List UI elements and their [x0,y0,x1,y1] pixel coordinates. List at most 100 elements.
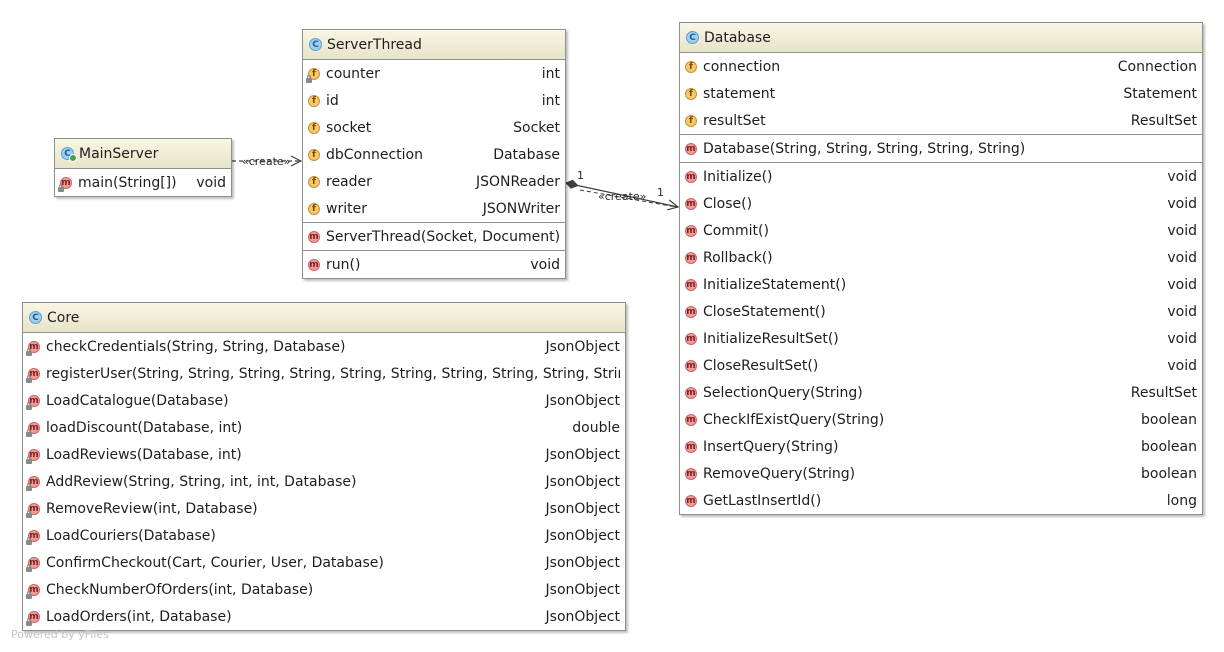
member-name: loadDiscount(Database, int) [46,419,243,436]
package-visibility-icon [26,401,32,410]
method-icon: m [26,367,40,383]
member-type: void [1167,303,1197,320]
class-name: ServerThread [327,36,422,53]
package-visibility-icon [26,509,32,518]
field-icon: f [308,121,320,134]
method-row[interactable]: m SelectionQuery(String) ResultSet [680,379,1202,406]
member-type: void [1167,330,1197,347]
method-row[interactable]: m InitializeStatement() void [680,271,1202,298]
method-row[interactable]: m Close() void [680,190,1202,217]
method-row[interactable]: m LoadOrders(int, Database) JsonObject [23,603,625,630]
method-row[interactable]: m loadDiscount(Database, int) double [23,414,625,441]
member-name: CheckNumberOfOrders(int, Database) [46,581,314,598]
method-icon: m [26,529,40,545]
member-type: void [196,174,226,191]
member-type: JsonObject [545,581,620,598]
method-row[interactable]: m LoadReviews(Database, int) JsonObject [23,441,625,468]
method-row[interactable]: m InitializeResultSet() void [680,325,1202,352]
class-name: MainServer [79,145,159,162]
field-row[interactable]: f dbConnection Database [303,141,565,168]
field-icon: f [308,94,320,107]
method-row[interactable]: m run() void [303,251,565,278]
field-icon: f [685,87,697,100]
field-row[interactable]: f counter int [303,60,565,87]
method-row[interactable]: m CheckIfExistQuery(String) boolean [680,406,1202,433]
class-header: C MainServer [55,139,231,169]
powered-by-footer: Powered by yFiles [11,628,109,641]
method-row[interactable]: m ConfirmCheckout(Cart, Courier, User, Da… [23,549,625,576]
methods-section: m checkCredentials(String, String, Databa… [23,333,625,630]
package-visibility-icon [26,428,32,437]
class-database[interactable]: C Database f connection Connection f stateme… [679,22,1203,515]
member-name: CloseResultSet() [703,357,819,374]
method-row[interactable]: m LoadCatalogue(Database) JsonObject [23,387,625,414]
method-row[interactable]: m Commit() void [680,217,1202,244]
member-type: JSONWriter [482,200,560,217]
class-core[interactable]: C Core m checkCredentials(String, String,… [22,302,626,631]
package-visibility-icon [26,347,32,356]
method-row[interactable]: m registerUser(String, String, String, St… [23,360,625,387]
class-serverthread[interactable]: C ServerThread f counter int f id int f socket S… [302,29,566,279]
member-type: void [1167,357,1197,374]
member-name: id [326,92,339,109]
member-name: Initialize() [703,168,773,185]
method-icon: m [685,386,697,399]
class-mainserver[interactable]: C MainServer m main(String[]) void [54,138,232,197]
field-row[interactable]: f connection Connection [680,53,1202,80]
member-name: Close() [703,195,753,212]
method-row[interactable]: m main(String[]) void [55,169,231,196]
member-name: Database(String, String, String, String,… [703,140,1026,157]
method-row[interactable]: m RemoveQuery(String) boolean [680,460,1202,487]
member-type: JsonObject [545,608,620,625]
member-name: RemoveReview(int, Database) [46,500,258,517]
member-type: boolean [1141,438,1197,455]
package-visibility-icon [26,563,32,572]
member-name: ConfirmCheckout(Cart, Courier, User, Dat… [46,554,384,571]
method-row[interactable]: m InsertQuery(String) boolean [680,433,1202,460]
method-row[interactable]: m CheckNumberOfOrders(int, Database) JsonO… [23,576,625,603]
field-row[interactable]: f reader JSONReader [303,168,565,195]
method-row[interactable]: m GetLastInsertId() long [680,487,1202,514]
member-name: Rollback() [703,249,773,266]
method-icon: m [685,494,697,507]
method-icon: m [685,440,697,453]
package-visibility-icon [26,536,32,545]
member-name: InsertQuery(String) [703,438,839,455]
member-name: dbConnection [326,146,423,163]
method-icon: m [308,258,320,271]
field-row[interactable]: f socket Socket [303,114,565,141]
method-row[interactable]: m AddReview(String, String, int, int, Dat… [23,468,625,495]
class-icon: C [29,311,42,324]
member-type: Socket [513,119,560,136]
member-name: socket [326,119,372,136]
package-visibility-icon [26,374,32,383]
package-visibility-icon [306,74,312,83]
method-row[interactable]: m ServerThread(Socket, Document) [303,223,565,250]
method-icon: m [685,278,697,291]
method-row[interactable]: m RemoveReview(int, Database) JsonObject [23,495,625,522]
method-row[interactable]: m checkCredentials(String, String, Databa… [23,333,625,360]
method-row[interactable]: m CloseResultSet() void [680,352,1202,379]
field-row[interactable]: f resultSet ResultSet [680,107,1202,134]
field-icon: f [306,67,320,83]
method-icon: m [685,224,697,237]
method-icon: m [685,332,697,345]
method-icon: m [685,251,697,264]
member-name: connection [703,58,781,75]
member-type: double [572,419,620,436]
method-row[interactable]: m Initialize() void [680,163,1202,190]
method-row[interactable]: m Database(String, String, String, String… [680,135,1202,162]
field-row[interactable]: f id int [303,87,565,114]
member-type: JsonObject [545,500,620,517]
member-name: writer [326,200,367,217]
member-type: boolean [1141,411,1197,428]
field-row[interactable]: f writer JSONWriter [303,195,565,222]
member-name: reader [326,173,372,190]
field-row[interactable]: f statement Statement [680,80,1202,107]
member-name: CheckIfExistQuery(String) [703,411,885,428]
method-row[interactable]: m Rollback() void [680,244,1202,271]
method-row[interactable]: m CloseStatement() void [680,298,1202,325]
member-type: void [1167,249,1197,266]
method-row[interactable]: m LoadCouriers(Database) JsonObject [23,522,625,549]
source-multiplicity: 1 [577,169,584,182]
